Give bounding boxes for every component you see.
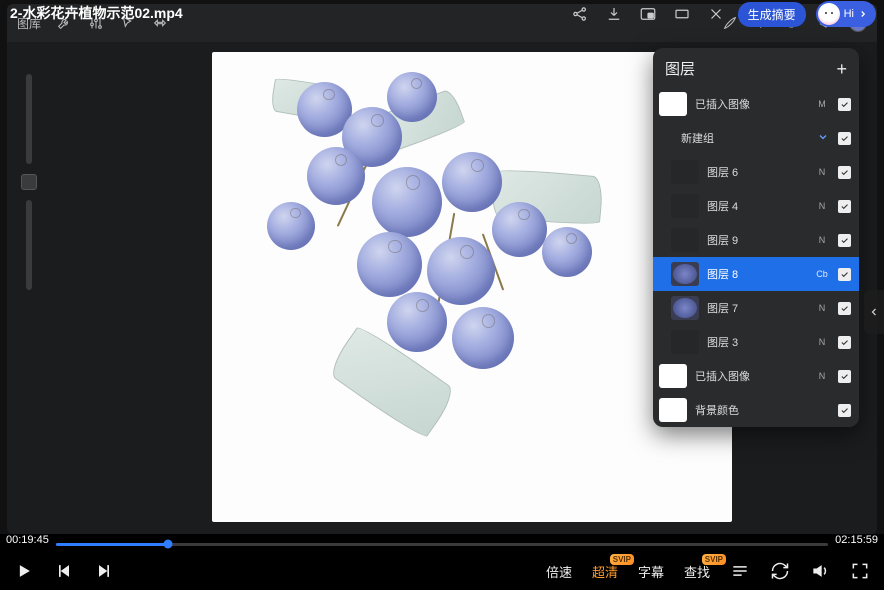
layers-panel-title: 图层 (665, 58, 695, 79)
layer-visibility-checkbox[interactable] (838, 132, 851, 145)
layer-blend-mode[interactable]: N (814, 303, 830, 313)
quality-button[interactable]: 超清SVIP (592, 562, 618, 581)
app-frame: 图库 (7, 4, 877, 534)
assistant-avatar-button[interactable]: Hi (816, 1, 876, 27)
layer-name: 已插入图像 (695, 368, 806, 384)
layer-group-row[interactable]: 新建组 (653, 121, 859, 155)
chevron-down-icon[interactable] (816, 131, 830, 146)
prev-button[interactable] (54, 561, 74, 581)
theater-icon[interactable] (670, 2, 694, 26)
layer-row[interactable]: 图层 8 Cb (653, 257, 859, 291)
layer-row[interactable]: 图层 3 N (653, 325, 859, 359)
progress-track[interactable] (56, 543, 828, 546)
layer-thumbnail (671, 228, 699, 252)
layer-blend-mode[interactable]: N (814, 371, 830, 381)
layer-visibility-checkbox[interactable] (838, 336, 851, 349)
video-player-controls: 00:19:45 02:15:59 倍速 超清SVIP 字幕 查找SVIP (0, 534, 884, 590)
layer-visibility-checkbox[interactable] (838, 404, 851, 417)
layer-thumbnail (671, 160, 699, 184)
layer-blend-mode[interactable]: N (814, 201, 830, 211)
layer-blend-mode[interactable]: N (814, 235, 830, 245)
svip-badge-2: SVIP (702, 554, 726, 565)
layer-name: 图层 3 (707, 334, 806, 350)
current-time: 00:19:45 (6, 534, 49, 546)
layer-thumbnail (659, 364, 687, 388)
share-icon[interactable] (568, 2, 592, 26)
avatar-text: Hi (844, 8, 854, 20)
layer-visibility-checkbox[interactable] (838, 234, 851, 247)
fullscreen-icon[interactable] (850, 561, 870, 581)
side-sliders (21, 74, 37, 290)
layer-visibility-checkbox[interactable] (838, 98, 851, 111)
layer-name: 图层 8 (707, 266, 806, 282)
download-icon[interactable] (602, 2, 626, 26)
close-icon[interactable] (704, 2, 728, 26)
modify-button[interactable] (21, 174, 37, 190)
layer-thumbnail (659, 398, 687, 422)
layer-visibility-checkbox[interactable] (838, 370, 851, 383)
add-layer-button[interactable]: + (836, 60, 847, 78)
pip-icon[interactable] (636, 2, 660, 26)
layer-name: 图层 9 (707, 232, 806, 248)
layer-name: 背景颜色 (695, 402, 806, 418)
layer-thumbnail (659, 92, 687, 116)
search-button[interactable]: 查找SVIP (684, 562, 710, 581)
opacity-slider[interactable] (26, 200, 32, 290)
layer-thumbnail (671, 262, 699, 286)
subtitle-button[interactable]: 字幕 (638, 562, 664, 581)
layer-name: 图层 6 (707, 164, 806, 180)
layer-row[interactable]: 图层 7 N (653, 291, 859, 325)
duration-time: 02:15:59 (835, 534, 878, 546)
layer-blend-mode[interactable]: N (814, 167, 830, 177)
overlay-top-right: 生成摘要 Hi (560, 0, 884, 28)
layer-row[interactable]: 背景颜色 (653, 393, 859, 427)
svip-badge: SVIP (610, 554, 634, 565)
video-stage: 图库 (0, 0, 884, 534)
layer-visibility-checkbox[interactable] (838, 268, 851, 281)
layer-blend-mode[interactable]: N (814, 337, 830, 347)
layer-row[interactable]: 已插入图像 N (653, 359, 859, 393)
layer-thumbnail (671, 296, 699, 320)
video-title: 2-水彩花卉植物示范02.mp4 (10, 3, 183, 23)
loop-icon[interactable] (770, 561, 790, 581)
layer-visibility-checkbox[interactable] (838, 302, 851, 315)
layer-name: 图层 7 (707, 300, 806, 316)
play-button[interactable] (14, 561, 34, 581)
brush-size-slider[interactable] (26, 74, 32, 164)
next-button[interactable] (94, 561, 114, 581)
layer-visibility-checkbox[interactable] (838, 200, 851, 213)
layer-name: 已插入图像 (695, 96, 806, 112)
layer-row[interactable]: 图层 6 N (653, 155, 859, 189)
layer-name: 新建组 (681, 130, 808, 146)
layer-thumbnail (671, 330, 699, 354)
layer-name: 图层 4 (707, 198, 806, 214)
generate-summary-button[interactable]: 生成摘要 (738, 2, 806, 27)
layer-row[interactable]: 已插入图像 M (653, 87, 859, 121)
volume-icon[interactable] (810, 561, 830, 581)
layer-visibility-checkbox[interactable] (838, 166, 851, 179)
layer-blend-mode[interactable]: M (814, 99, 830, 109)
layer-row[interactable]: 图层 4 N (653, 189, 859, 223)
layer-row[interactable]: 图层 9 N (653, 223, 859, 257)
speed-button[interactable]: 倍速 (546, 562, 572, 581)
layers-panel: 图层 + 已插入图像 M 新建组图层 6 N 图层 4 N 图层 9 N 图层 8 Cb 图层 7 N… (653, 48, 859, 427)
playlist-icon[interactable] (730, 561, 750, 581)
side-panel-chevron[interactable] (864, 290, 884, 334)
layer-blend-mode[interactable]: Cb (814, 269, 830, 279)
layer-thumbnail (671, 194, 699, 218)
avatar-face-icon (818, 3, 840, 25)
